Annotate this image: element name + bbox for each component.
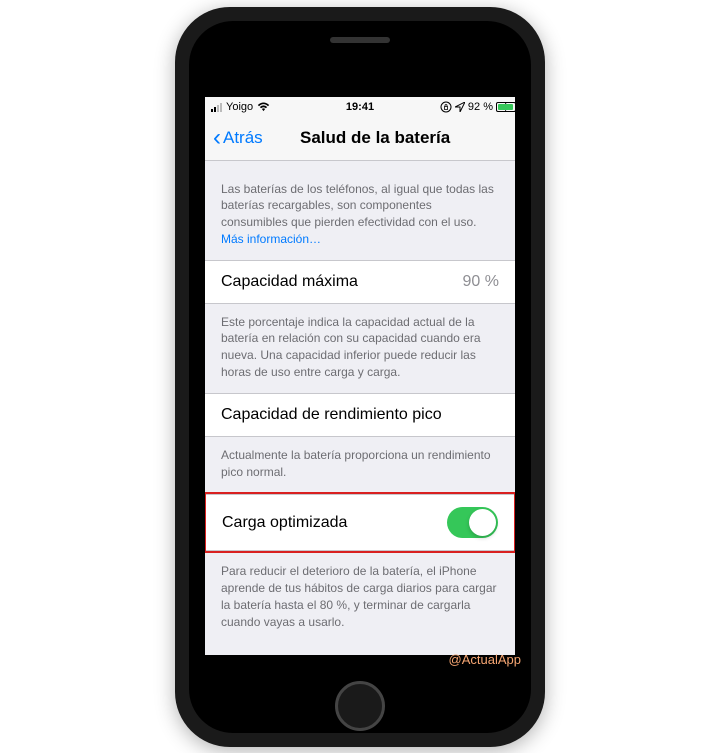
highlight-annotation: Carga optimizada [205,492,515,553]
phone-inner: Yoigo 19:41 92 % ‹ [189,21,531,733]
battery-percent-label: 92 % [468,101,493,113]
status-left: Yoigo [211,101,270,113]
battery-icon [496,102,515,112]
more-info-link[interactable]: Más información… [221,232,321,246]
phone-frame: Yoigo 19:41 92 % ‹ [175,7,545,747]
optimized-charging-footer: Para reducir el deterioro de la batería,… [205,553,515,642]
location-icon [455,102,465,112]
toggle-knob [469,509,496,536]
back-label: Atrás [223,128,263,148]
home-button[interactable] [335,681,385,731]
peak-performance-cell[interactable]: Capacidad de rendimiento pico [205,393,515,437]
optimized-charging-cell: Carga optimizada [206,494,514,551]
watermark: @ActualApp [449,652,521,667]
orientation-lock-icon [440,101,452,113]
status-time: 19:41 [346,101,374,113]
page-title: Salud de la batería [300,128,450,148]
status-right: 92 % [440,101,509,113]
max-capacity-value: 90 % [463,273,499,291]
optimized-charging-toggle[interactable] [447,507,498,538]
chevron-left-icon: ‹ [213,126,221,150]
peak-performance-label: Capacidad de rendimiento pico [221,406,442,424]
optimized-charging-label: Carga optimizada [222,514,347,532]
phone-speaker [330,37,390,43]
back-button[interactable]: ‹ Atrás [213,126,263,150]
max-capacity-footer: Este porcentaje indica la capacidad actu… [205,304,515,393]
max-capacity-cell: Capacidad máxima 90 % [205,260,515,304]
status-bar: Yoigo 19:41 92 % [205,97,515,117]
carrier-label: Yoigo [226,101,253,113]
signal-icon [211,102,222,112]
wifi-icon [257,102,270,112]
content-scroll[interactable]: Las baterías de los teléfonos, al igual … [205,161,515,655]
max-capacity-label: Capacidad máxima [221,273,358,291]
screen: Yoigo 19:41 92 % ‹ [205,97,515,655]
intro-footer: Las baterías de los teléfonos, al igual … [205,161,515,260]
nav-bar: ‹ Atrás Salud de la batería [205,117,515,161]
peak-performance-footer: Actualmente la batería proporciona un re… [205,437,515,493]
